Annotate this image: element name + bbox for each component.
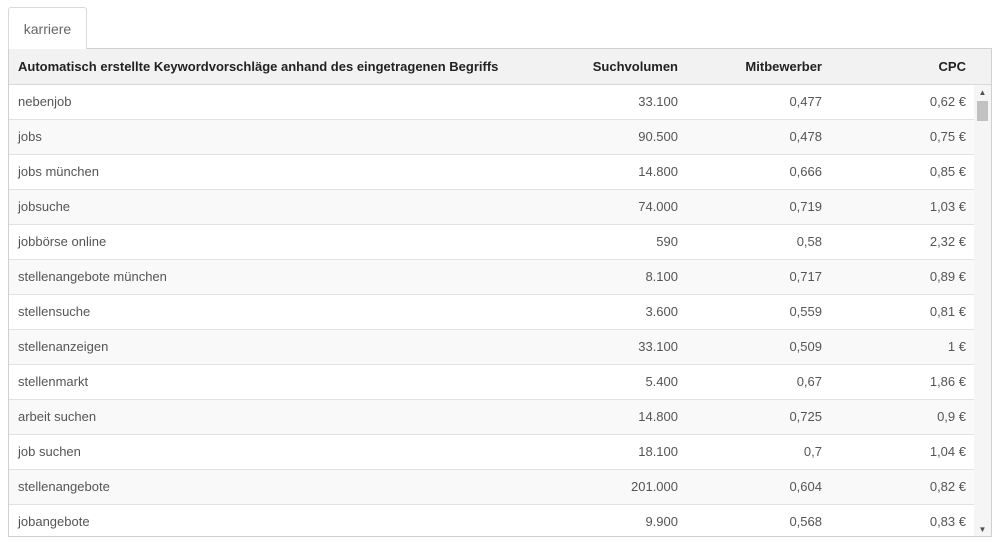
volume-cell: 5.400 xyxy=(645,374,678,389)
volume-cell: 33.100 xyxy=(638,339,678,354)
volume-cell: 8.100 xyxy=(645,269,678,284)
cpc-cell: 0,83 € xyxy=(929,514,966,529)
table-row[interactable]: stellenangebote 201.000 0,604 0,82 € xyxy=(9,470,974,505)
table-row[interactable]: stellenangebote münchen 8.100 0,717 0,89… xyxy=(9,260,974,295)
vertical-scrollbar[interactable]: ▲ ▼ xyxy=(974,85,991,536)
keyword-cell: jobs xyxy=(18,129,42,144)
keyword-cell: jobbörse online xyxy=(18,234,107,249)
keyword-cell: jobs münchen xyxy=(18,164,99,179)
keyword-cell: jobsuche xyxy=(18,199,71,214)
header-volume[interactable]: Suchvolumen xyxy=(593,49,678,84)
volume-cell: 90.500 xyxy=(638,129,678,144)
volume-cell: 201.000 xyxy=(631,479,678,494)
keyword-cell: stellensuche xyxy=(18,304,91,319)
cpc-cell: 1,04 € xyxy=(929,444,966,459)
table-row[interactable]: jobs 90.500 0,478 0,75 € xyxy=(9,120,974,155)
cpc-cell: 0,82 € xyxy=(929,479,966,494)
table-body: nebenjob 33.100 0,477 0,62 € jobs 90.500… xyxy=(9,85,974,536)
competition-cell: 0,559 xyxy=(789,304,822,319)
header-competition[interactable]: Mitbewerber xyxy=(745,49,822,84)
volume-cell: 590 xyxy=(656,234,678,249)
competition-cell: 0,717 xyxy=(789,269,822,284)
volume-cell: 14.800 xyxy=(638,409,678,424)
keyword-cell: stellenangebote xyxy=(18,479,110,494)
table-row[interactable]: stellenmarkt 5.400 0,67 1,86 € xyxy=(9,365,974,400)
volume-cell: 9.900 xyxy=(645,514,678,529)
keyword-cell: nebenjob xyxy=(18,94,72,109)
keyword-cell: job suchen xyxy=(18,444,81,459)
cpc-cell: 0,75 € xyxy=(929,129,966,144)
arrow-down-icon[interactable]: ▼ xyxy=(974,522,991,536)
volume-cell: 14.800 xyxy=(638,164,678,179)
competition-cell: 0,604 xyxy=(789,479,822,494)
competition-cell: 0,477 xyxy=(789,94,822,109)
keyword-cell: arbeit suchen xyxy=(18,409,97,424)
competition-cell: 0,478 xyxy=(789,129,822,144)
table-row[interactable]: stellenanzeigen 33.100 0,509 1 € xyxy=(9,330,974,365)
table-row[interactable]: job suchen 18.100 0,7 1,04 € xyxy=(9,435,974,470)
table-header: Automatisch erstellte Keywordvorschläge … xyxy=(9,49,991,85)
competition-cell: 0,7 xyxy=(803,444,822,459)
table-row[interactable]: arbeit suchen 14.800 0,725 0,9 € xyxy=(9,400,974,435)
cpc-cell: 0,9 € xyxy=(937,409,966,424)
keyword-cell: stellenmarkt xyxy=(18,374,89,389)
tab-label: karriere xyxy=(23,20,72,37)
volume-cell: 33.100 xyxy=(638,94,678,109)
cpc-cell: 1,86 € xyxy=(929,374,966,389)
arrow-up-icon[interactable]: ▲ xyxy=(974,85,991,99)
cpc-cell: 0,89 € xyxy=(929,269,966,284)
volume-cell: 18.100 xyxy=(638,444,678,459)
cpc-cell: 1,03 € xyxy=(929,199,966,214)
volume-cell: 3.600 xyxy=(645,304,678,319)
table-row[interactable]: jobbörse online 590 0,58 2,32 € xyxy=(9,225,974,260)
table-row[interactable]: nebenjob 33.100 0,477 0,62 € xyxy=(9,85,974,120)
competition-cell: 0,509 xyxy=(789,339,822,354)
competition-cell: 0,719 xyxy=(789,199,822,214)
volume-cell: 74.000 xyxy=(638,199,678,214)
cpc-cell: 1 € xyxy=(947,339,966,354)
table-row[interactable]: jobsuche 74.000 0,719 1,03 € xyxy=(9,190,974,225)
table-row[interactable]: stellensuche 3.600 0,559 0,81 € xyxy=(9,295,974,330)
header-cpc[interactable]: CPC xyxy=(939,49,966,84)
header-keyword[interactable]: Automatisch erstellte Keywordvorschläge … xyxy=(18,49,498,84)
cpc-cell: 2,32 € xyxy=(929,234,966,249)
cpc-cell: 0,85 € xyxy=(929,164,966,179)
competition-cell: 0,725 xyxy=(789,409,822,424)
keyword-cell: jobangebote xyxy=(18,514,90,529)
competition-cell: 0,568 xyxy=(789,514,822,529)
keyword-table-panel: Automatisch erstellte Keywordvorschläge … xyxy=(8,48,992,537)
competition-cell: 0,58 xyxy=(796,234,822,249)
competition-cell: 0,666 xyxy=(789,164,822,179)
keyword-cell: stellenangebote münchen xyxy=(18,269,167,284)
cpc-cell: 0,62 € xyxy=(929,94,966,109)
keyword-cell: stellenanzeigen xyxy=(18,339,109,354)
tab-karriere[interactable]: karriere xyxy=(8,7,87,49)
competition-cell: 0,67 xyxy=(796,374,822,389)
cpc-cell: 0,81 € xyxy=(929,304,966,319)
table-row[interactable]: jobangebote 9.900 0,568 0,83 € xyxy=(9,505,974,536)
table-row[interactable]: jobs münchen 14.800 0,666 0,85 € xyxy=(9,155,974,190)
scrollbar-thumb[interactable] xyxy=(977,101,988,121)
